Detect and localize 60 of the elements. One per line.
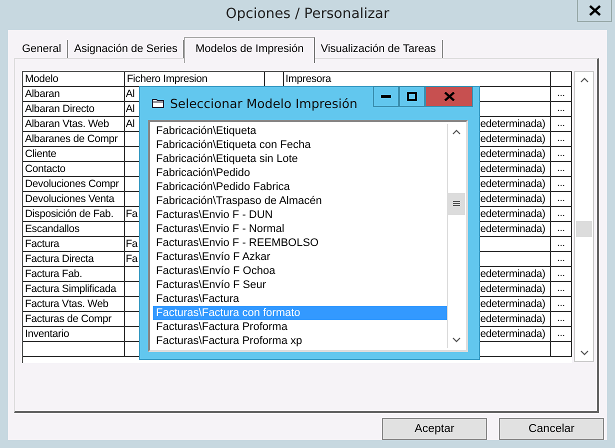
column-header: Modelo — [23, 72, 125, 87]
browse-button[interactable]: ... — [551, 147, 572, 162]
table-cell: Devoluciones Venta — [23, 192, 125, 207]
browse-button[interactable]: ... — [551, 297, 572, 312]
close-button[interactable] — [577, 0, 612, 22]
close-button[interactable] — [425, 86, 473, 107]
scrollbar[interactable] — [574, 71, 594, 362]
scroll-up-icon[interactable] — [580, 77, 588, 83]
browse-button[interactable]: ... — [551, 222, 572, 237]
scroll-down-icon[interactable] — [580, 350, 588, 356]
browse-button[interactable]: ... — [551, 177, 572, 192]
table-cell: Factura Directa — [23, 252, 125, 267]
table-cell: Albaranes de Compr — [23, 132, 125, 147]
table-cell: Devoluciones Compr — [23, 177, 125, 192]
browse-button[interactable]: ... — [551, 312, 572, 327]
scroll-up-icon[interactable] — [452, 129, 461, 135]
browse-button[interactable]: ... — [551, 282, 572, 297]
browse-button[interactable]: ... — [551, 252, 572, 267]
table-cell: Contacto — [23, 162, 125, 177]
grip-icon — [453, 201, 460, 207]
table-cell: Factura Vtas. Web — [23, 297, 125, 312]
browse-button[interactable]: ... — [551, 87, 572, 102]
close-icon — [588, 5, 600, 16]
table-cell: Escandallos — [23, 222, 125, 237]
browse-button[interactable]: ... — [551, 267, 572, 282]
table-cell: Factura Fab. — [23, 267, 125, 282]
cancel-button[interactable]: Cancelar — [499, 418, 604, 440]
window-title: Opciones / Personalizar — [226, 6, 390, 22]
table-cell: Inventario — [23, 327, 125, 342]
browse-button[interactable]: ... — [551, 207, 572, 222]
tab[interactable]: Visualización de Tareas — [314, 40, 443, 58]
table-cell: Facturas de Compr — [23, 312, 125, 327]
table-cell: Albaran Directo — [23, 102, 125, 117]
table-cell: Albaran Vtas. Web — [23, 117, 125, 132]
close-icon — [444, 92, 454, 101]
column-header — [551, 72, 572, 87]
scroll-down-icon[interactable] — [452, 337, 461, 343]
scrollbar[interactable] — [447, 124, 465, 348]
browse-button[interactable]: ... — [551, 162, 572, 177]
scroll-thumb[interactable] — [576, 221, 592, 237]
maximize-icon — [407, 92, 417, 101]
table-cell: Factura — [23, 237, 125, 252]
folder-icon — [152, 98, 164, 108]
tab[interactable]: Modelos de Impresión — [184, 37, 315, 63]
browse-button[interactable]: ... — [551, 192, 572, 207]
table-cell: Albaran — [23, 87, 125, 102]
maximize-button[interactable] — [399, 86, 425, 107]
accept-button[interactable]: Aceptar — [382, 418, 487, 440]
table-cell: Cliente — [23, 147, 125, 162]
table-cell: Factura Simplificada — [23, 282, 125, 297]
minimize-button[interactable] — [373, 86, 399, 107]
browse-button[interactable]: ... — [551, 117, 572, 132]
browse-button[interactable]: ... — [551, 237, 572, 252]
browse-button[interactable]: ... — [551, 327, 572, 342]
scroll-thumb[interactable] — [448, 193, 465, 215]
table-cell: Disposición de Fab. — [23, 207, 125, 222]
browse-button[interactable]: ... — [551, 102, 572, 117]
minimize-icon — [381, 95, 391, 98]
tab[interactable]: General — [16, 40, 68, 58]
browse-button[interactable]: ... — [551, 132, 572, 147]
